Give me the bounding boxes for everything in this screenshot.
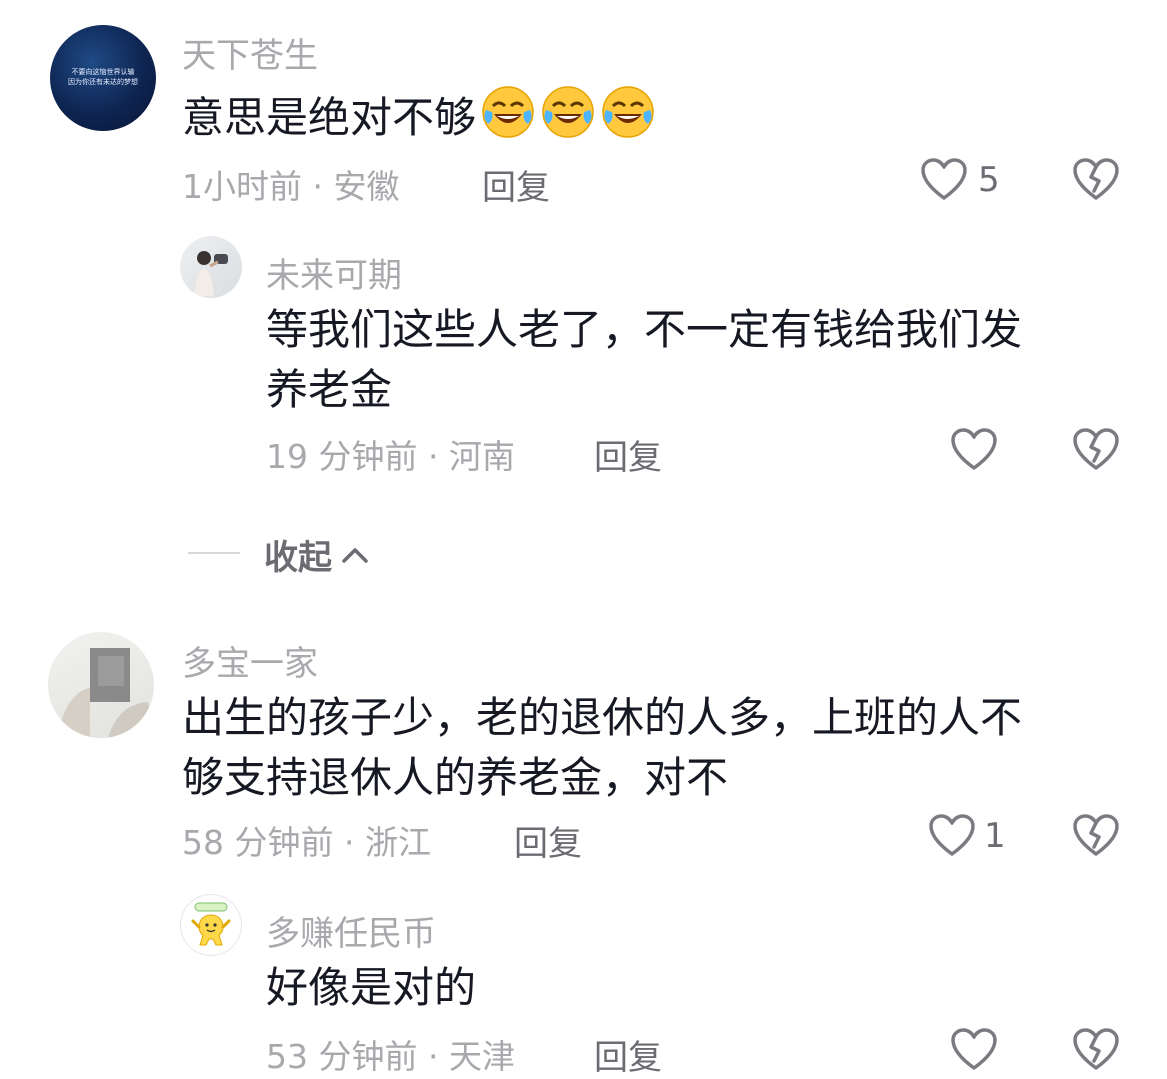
reply-text: 等我们这些人老了，不一定有钱给我们发 养老金 [266, 305, 1023, 414]
reply-text: 好像是对的 [266, 963, 477, 1012]
chevron-up-icon [340, 544, 370, 566]
reply-button[interactable]: 回复 [514, 816, 582, 865]
collapse-label: 收起 [264, 538, 332, 578]
reply-button[interactable]: 回复 [594, 1030, 662, 1079]
crying-laughing-emoji [600, 84, 656, 140]
avatar-caption: 不要向这恼世界认输 因为你还有未达的梦想 [68, 68, 138, 86]
reply-username[interactable]: 多赚任民币 [266, 906, 436, 955]
avatar[interactable] [48, 632, 154, 738]
heart-outline-icon[interactable] [950, 1028, 998, 1072]
like-count: 1 [984, 816, 1006, 856]
avatar-photo [194, 251, 228, 296]
broken-heart-icon[interactable] [1072, 158, 1120, 202]
comment-time-location: 58 分钟前 · 浙江 [182, 823, 431, 862]
crying-laughing-emoji [480, 84, 536, 140]
comment-text: 意思是绝对不够 [182, 84, 656, 148]
avatar[interactable] [180, 236, 242, 298]
heart-outline-icon[interactable] [928, 814, 976, 858]
reply-button[interactable]: 回复 [594, 430, 662, 479]
avatar[interactable] [180, 894, 242, 956]
like-count: 5 [978, 160, 1000, 200]
comment-username[interactable]: 多宝一家 [182, 636, 318, 685]
broken-heart-icon[interactable] [1072, 428, 1120, 472]
avatar-illustration [191, 902, 231, 946]
broken-heart-icon[interactable] [1072, 1028, 1120, 1072]
collapse-replies-button[interactable]: 收起 [264, 530, 370, 579]
comment-time-location: 1小时前 · 安徽 [182, 167, 400, 206]
broken-heart-icon[interactable] [1072, 814, 1120, 858]
heart-outline-icon[interactable] [920, 158, 968, 202]
reply-username[interactable]: 未来可期 [266, 248, 402, 297]
comment-username[interactable]: 天下苍生 [182, 28, 318, 77]
reply-button[interactable]: 回复 [482, 160, 550, 209]
crying-laughing-emoji [540, 84, 596, 140]
comment-text: 出生的孩子少，老的退休的人多，上班的人不 够支持退休人的养老金，对不 [182, 693, 1023, 802]
avatar[interactable]: 不要向这恼世界认输 因为你还有未达的梦想 [50, 25, 156, 131]
avatar-photo [58, 648, 154, 738]
collapse-divider [188, 552, 240, 554]
reply-time-location: 53 分钟前 · 天津 [266, 1037, 515, 1076]
reply-time-location: 19 分钟前 · 河南 [266, 437, 515, 476]
heart-outline-icon[interactable] [950, 428, 998, 472]
